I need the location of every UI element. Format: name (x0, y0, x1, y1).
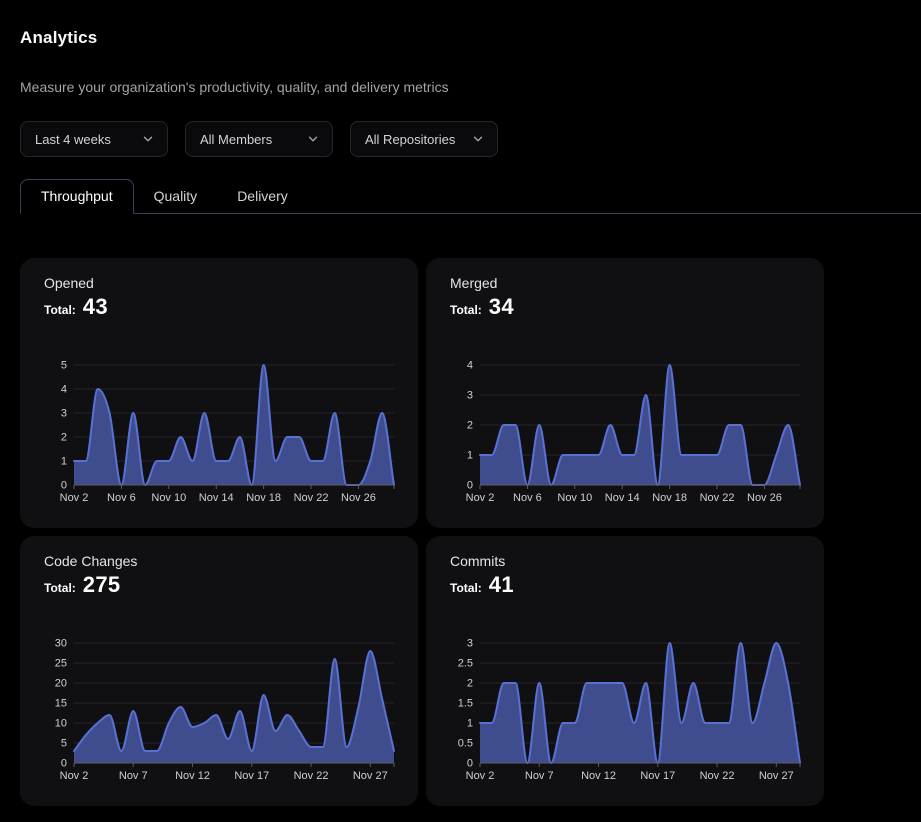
svg-text:0: 0 (61, 758, 67, 770)
tab-throughput[interactable]: Throughput (20, 179, 134, 214)
svg-text:Nov 10: Nov 10 (557, 492, 592, 504)
svg-text:Nov 27: Nov 27 (759, 770, 794, 782)
svg-text:30: 30 (55, 638, 67, 650)
svg-text:2: 2 (467, 420, 473, 432)
chart-title: Code Changes (44, 552, 394, 570)
area-chart-commits: 0 0.5 1 1.5 2 2.5 3 Nov 2 Nov 7 Nov 12 Nov 17 Nov 2… (450, 635, 800, 791)
svg-text:0: 0 (467, 758, 473, 770)
chevron-down-icon (472, 133, 484, 145)
svg-text:Nov 22: Nov 22 (294, 492, 329, 504)
chart-card-opened: Opened Total: 43 0 1 2 3 4 5 Nov 2 Nov 6 Nov 10 N… (20, 258, 418, 528)
svg-text:2: 2 (467, 678, 473, 690)
svg-text:Nov 26: Nov 26 (341, 492, 376, 504)
total-value: 41 (489, 572, 514, 598)
svg-text:Nov 22: Nov 22 (700, 770, 735, 782)
svg-text:Nov 14: Nov 14 (605, 492, 640, 504)
total-label: Total: (44, 581, 76, 595)
tab-delivery[interactable]: Delivery (217, 180, 308, 213)
time-range-select[interactable]: Last 4 weeks (20, 121, 168, 157)
svg-text:10: 10 (55, 718, 67, 730)
svg-text:5: 5 (61, 360, 67, 372)
svg-text:1.5: 1.5 (458, 698, 473, 710)
svg-text:4: 4 (467, 360, 473, 372)
svg-text:0: 0 (61, 480, 67, 492)
time-range-value: Last 4 weeks (35, 132, 111, 147)
svg-text:Nov 18: Nov 18 (652, 492, 687, 504)
svg-text:Nov 17: Nov 17 (234, 770, 269, 782)
svg-text:4: 4 (61, 384, 67, 396)
chart-title: Merged (450, 274, 800, 292)
chart-total: Total: 43 (44, 294, 394, 321)
chevron-down-icon (307, 133, 319, 145)
svg-text:Nov 22: Nov 22 (294, 770, 329, 782)
svg-text:3: 3 (61, 408, 67, 420)
svg-text:Nov 2: Nov 2 (466, 770, 495, 782)
repositories-value: All Repositories (365, 132, 455, 147)
svg-text:Nov 12: Nov 12 (175, 770, 210, 782)
chevron-down-icon (142, 133, 154, 145)
chart-total: Total: 41 (450, 572, 800, 599)
svg-text:Nov 6: Nov 6 (513, 492, 542, 504)
svg-text:2.5: 2.5 (458, 658, 473, 670)
charts-grid: Opened Total: 43 012345Nov 2Nov 6Nov 10N… (20, 258, 901, 806)
svg-text:Nov 10: Nov 10 (151, 492, 186, 504)
svg-text:3: 3 (467, 638, 473, 650)
chart-card-merged: Merged Total: 34 01234Nov 2Nov 6Nov 10No… (426, 258, 824, 528)
svg-text:Nov 14: Nov 14 (199, 492, 234, 504)
svg-text:Nov 12: Nov 12 (581, 770, 616, 782)
svg-text:5: 5 (61, 738, 67, 750)
svg-text:1: 1 (467, 450, 473, 462)
svg-text:0: 0 (467, 480, 473, 492)
svg-text:1: 1 (61, 456, 67, 468)
svg-text:Nov 7: Nov 7 (525, 770, 554, 782)
svg-text:0.5: 0.5 (458, 738, 473, 750)
total-label: Total: (44, 303, 76, 317)
tab-bar: Throughput Quality Delivery (20, 179, 921, 214)
svg-text:Nov 2: Nov 2 (60, 770, 89, 782)
svg-text:Nov 6: Nov 6 (107, 492, 136, 504)
svg-text:Nov 18: Nov 18 (246, 492, 281, 504)
svg-text:1: 1 (467, 718, 473, 730)
page-title: Analytics (20, 0, 901, 48)
total-value: 43 (83, 294, 108, 320)
chart-total: Total: 34 (450, 294, 800, 321)
filter-bar: Last 4 weeks All Members All Repositorie… (20, 121, 901, 157)
area-chart-code-changes: 0 5 10 15 20 25 30 Nov 2 Nov 7 Nov 12 Nov 17 Nov 22… (44, 635, 394, 791)
chart-card-code-changes: Code Changes Total: 275 0 5 10 15 20 25 30 Nov … (20, 536, 418, 806)
svg-text:2: 2 (61, 432, 67, 444)
members-select[interactable]: All Members (185, 121, 333, 157)
total-value: 275 (83, 572, 121, 598)
total-label: Total: (450, 581, 482, 595)
area-chart-opened: 0 1 2 3 4 5 Nov 2 Nov 6 Nov 10 Nov 14 Nov 18 Nov 22… (44, 357, 394, 513)
tab-quality[interactable]: Quality (134, 180, 218, 213)
svg-text:20: 20 (55, 678, 67, 690)
members-value: All Members (200, 132, 272, 147)
svg-text:25: 25 (55, 658, 67, 670)
svg-text:Nov 26: Nov 26 (747, 492, 782, 504)
total-label: Total: (450, 303, 482, 317)
area-chart-merged: 0 1 2 3 4 Nov 2 Nov 6 Nov 10 Nov 14 Nov 18 Nov 22 N… (450, 357, 800, 513)
chart-title: Opened (44, 274, 394, 292)
total-value: 34 (489, 294, 514, 320)
svg-text:Nov 7: Nov 7 (119, 770, 148, 782)
analytics-page: Analytics Measure your organization's pr… (0, 0, 921, 806)
svg-text:Nov 2: Nov 2 (60, 492, 89, 504)
svg-text:Nov 2: Nov 2 (466, 492, 495, 504)
chart-title: Commits (450, 552, 800, 570)
repositories-select[interactable]: All Repositories (350, 121, 498, 157)
page-subtitle: Measure your organization's productivity… (20, 79, 901, 95)
svg-text:Nov 27: Nov 27 (353, 770, 388, 782)
svg-text:Nov 22: Nov 22 (700, 492, 735, 504)
chart-card-commits: Commits Total: 41 0 0.5 1 1.5 2 2.5 3 Nov 2 Nov … (426, 536, 824, 806)
svg-text:3: 3 (467, 390, 473, 402)
svg-text:15: 15 (55, 698, 67, 710)
svg-text:Nov 17: Nov 17 (640, 770, 675, 782)
chart-total: Total: 275 (44, 572, 394, 599)
